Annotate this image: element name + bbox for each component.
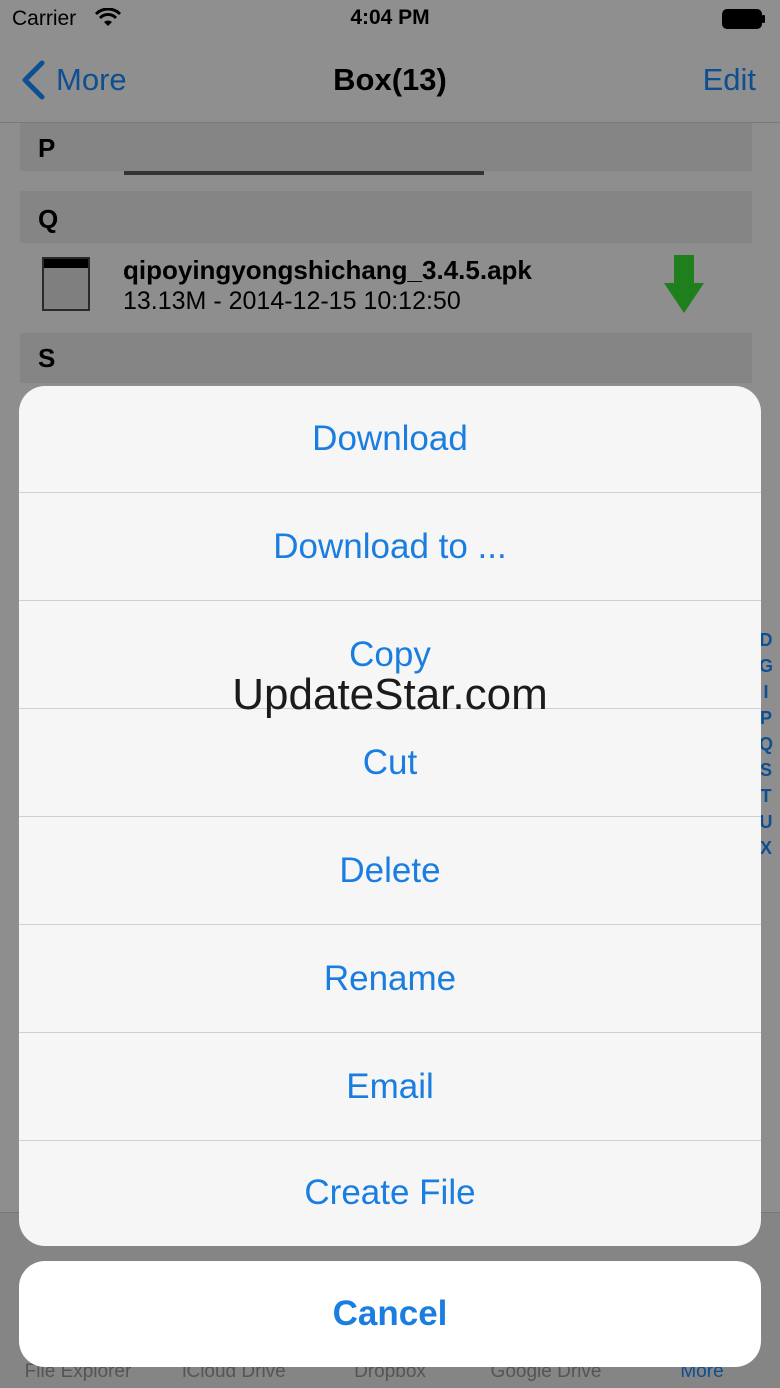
index-letter[interactable]: S	[760, 757, 772, 783]
battery-icon	[722, 9, 765, 29]
delete-button[interactable]: Delete	[19, 818, 761, 925]
copy-button[interactable]: Copy	[19, 602, 761, 709]
index-letter[interactable]: I	[763, 679, 768, 705]
section-header-s: S	[20, 333, 752, 383]
section-header-p: P	[20, 123, 752, 171]
cut-button[interactable]: Cut	[19, 710, 761, 817]
file-row[interactable]: qipoyingyongshichang_3.4.5.apk 13.13M - …	[0, 243, 780, 333]
index-letter[interactable]: P	[760, 705, 772, 731]
file-name: qipoyingyongshichang_3.4.5.apk	[123, 255, 532, 285]
download-button[interactable]: Download	[19, 386, 761, 493]
index-letter[interactable]: Q	[759, 731, 773, 757]
file-icon	[42, 257, 90, 311]
rename-button[interactable]: Rename	[19, 926, 761, 1033]
index-letter[interactable]: G	[759, 653, 773, 679]
clipped-text	[124, 171, 484, 175]
partially-hidden-row	[40, 171, 680, 185]
status-time: 4:04 PM	[350, 6, 430, 29]
index-letter[interactable]: T	[761, 783, 772, 809]
page-title: Box(13)	[333, 62, 447, 97]
file-meta: 13.13M - 2014-12-15 10:12:50	[123, 287, 461, 315]
section-header-q: Q	[20, 191, 752, 243]
email-button[interactable]: Email	[19, 1034, 761, 1141]
status-bar: Carrier 4:04 PM	[0, 0, 780, 40]
action-sheet: Download Download to ... Copy Cut Delete…	[19, 386, 761, 1246]
navigation-bar: More Box(13) Edit	[0, 40, 780, 123]
download-to-button[interactable]: Download to ...	[19, 494, 761, 601]
download-arrow-icon[interactable]	[662, 253, 706, 315]
index-letter[interactable]: D	[760, 627, 773, 653]
edit-button[interactable]: Edit	[703, 62, 756, 98]
index-letter[interactable]: X	[760, 835, 772, 861]
index-letter[interactable]: U	[760, 809, 773, 835]
create-file-button[interactable]: Create File	[19, 1139, 761, 1246]
cancel-button[interactable]: Cancel	[19, 1261, 761, 1367]
